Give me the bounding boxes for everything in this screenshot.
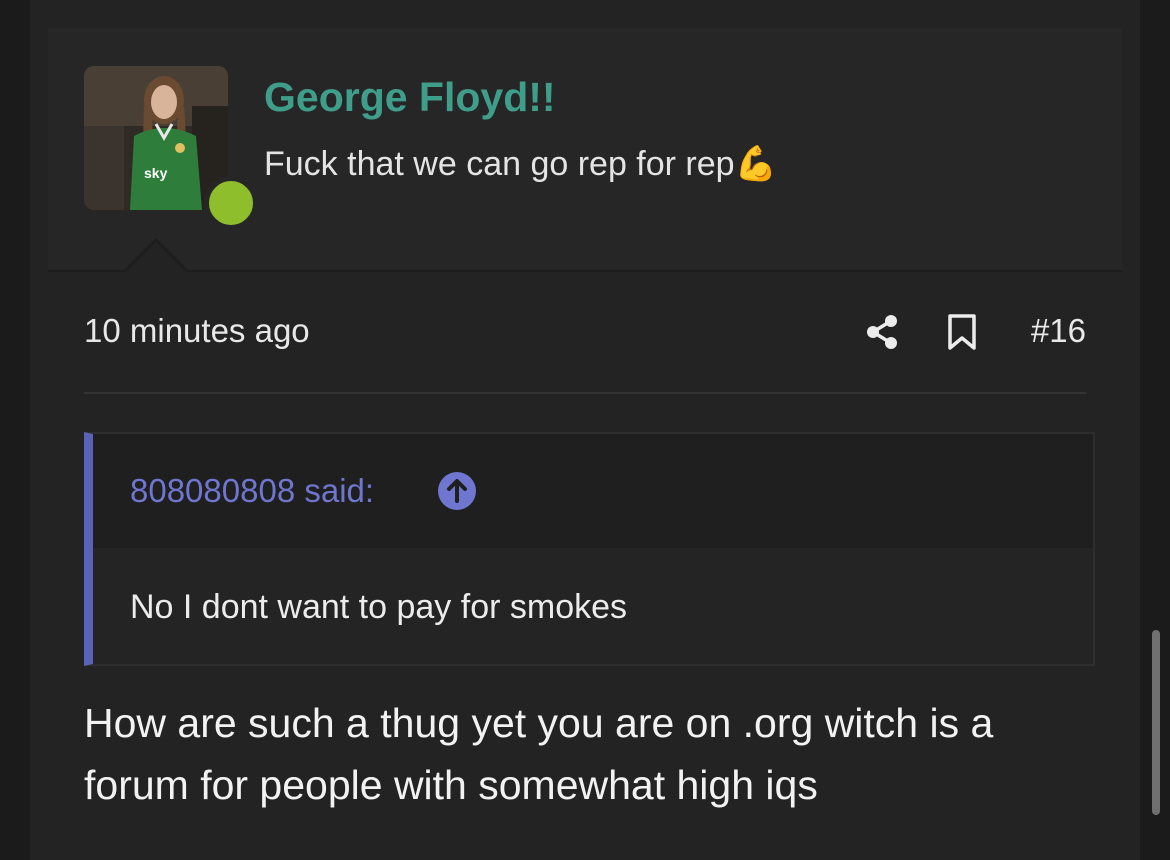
post-meta-row: 10 minutes ago #16 <box>84 310 1086 356</box>
share-icon[interactable] <box>862 312 902 352</box>
scrollbar-thumb[interactable] <box>1152 630 1160 815</box>
quote-header: 808080808 said: <box>93 434 1093 548</box>
post-timestamp[interactable]: 10 minutes ago <box>84 312 310 350</box>
online-status-indicator <box>204 176 258 230</box>
divider <box>84 392 1086 394</box>
post-message: How are such a thug yet you are on .org … <box>84 700 994 808</box>
quote-body: No I dont want to pay for smokes <box>130 588 628 626</box>
quote-block: 808080808 said: No I dont want to pay fo… <box>84 432 1095 666</box>
username-link[interactable]: George Floyd!! <box>264 74 556 121</box>
post-number-link[interactable]: #16 <box>1031 312 1086 350</box>
svg-text:sky: sky <box>144 165 168 181</box>
arrow-up-circle-icon[interactable] <box>438 472 476 510</box>
forum-post: sky George Floyd!! Fuck that we can go r… <box>30 0 1140 860</box>
avatar[interactable]: sky <box>84 66 228 210</box>
user-title: Fuck that we can go rep for rep💪 <box>264 145 777 183</box>
bookmark-icon[interactable] <box>942 312 982 352</box>
avatar-image: sky <box>84 66 228 210</box>
quote-author-link[interactable]: 808080808 said: <box>130 472 374 510</box>
